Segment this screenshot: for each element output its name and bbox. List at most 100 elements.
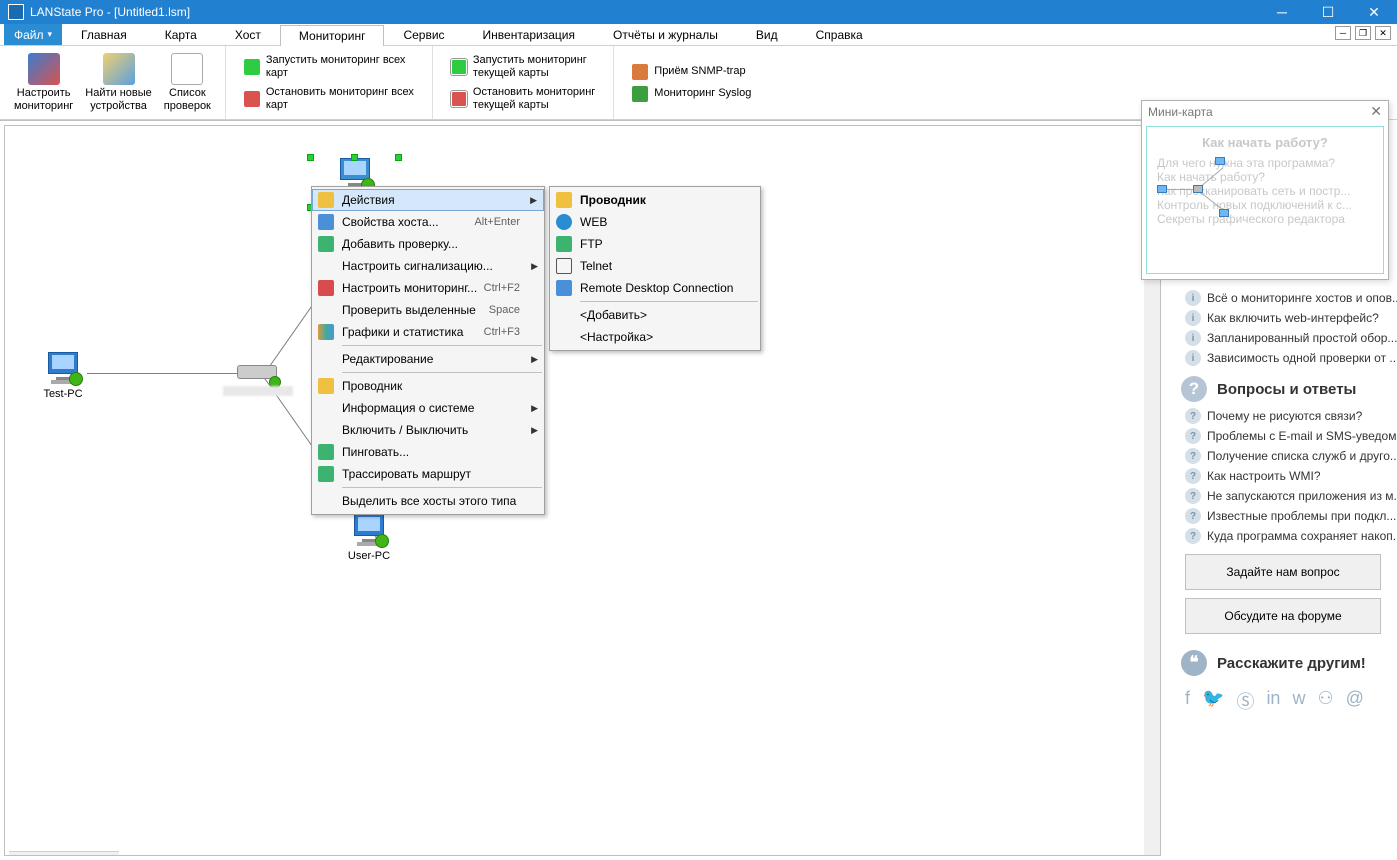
globe-icon — [556, 214, 572, 230]
vk-icon[interactable]: w — [1292, 688, 1305, 714]
siren-icon — [318, 280, 334, 296]
qa-link[interactable]: ?Почему не рисуются связи? — [1169, 406, 1397, 426]
computer-icon — [39, 350, 87, 386]
start-monitoring-current-button[interactable]: Запустить мониторинг текущей карты — [447, 52, 599, 82]
chevron-right-icon: ▶ — [530, 195, 537, 206]
snmp-trap-button[interactable]: Приём SNMP-trap — [628, 62, 755, 82]
tab-help[interactable]: Справка — [797, 24, 882, 45]
route-icon — [318, 466, 334, 482]
ctx-ping[interactable]: Пинговать... — [312, 441, 544, 463]
map-canvas[interactable]: Test-PC User-PC — [4, 125, 1161, 856]
question-icon: ? — [1181, 376, 1207, 402]
help-link[interactable]: iЗависимость одной проверки от ... — [1169, 348, 1397, 368]
ctx-system-info[interactable]: Информация о системе▶ — [312, 397, 544, 419]
qa-link[interactable]: ?Известные проблемы при подкл... — [1169, 506, 1397, 526]
close-button[interactable]: ✕ — [1351, 0, 1397, 24]
tab-reports[interactable]: Отчёты и журналы — [594, 24, 737, 45]
tab-service[interactable]: Сервис — [384, 24, 463, 45]
window-controls: ─ ☐ ✕ — [1259, 0, 1397, 24]
ctx-explorer[interactable]: Проводник — [312, 375, 544, 397]
file-menu[interactable]: Файл▾ — [4, 24, 62, 45]
tab-inventory[interactable]: Инвентаризация — [464, 24, 594, 45]
sub-telnet[interactable]: Telnet — [550, 255, 760, 277]
qa-link[interactable]: ?Не запускаются приложения из м... — [1169, 486, 1397, 506]
ctx-host-properties[interactable]: Свойства хоста...Alt+Enter — [312, 211, 544, 233]
mdi-minimize[interactable]: ─ — [1335, 26, 1351, 40]
help-ghost-overlay: Как начать работу? Для чего нужна эта пр… — [1147, 127, 1383, 234]
sub-rdp[interactable]: Remote Desktop Connection — [550, 277, 760, 299]
ctx-select-all-type[interactable]: Выделить все хосты этого типа — [312, 490, 544, 512]
document-tab[interactable] — [9, 851, 119, 855]
tab-monitoring[interactable]: Мониторинг — [280, 25, 385, 46]
ctx-configure-alarm[interactable]: Настроить сигнализацию...▶ — [312, 255, 544, 277]
properties-icon — [318, 214, 334, 230]
node-test-pc[interactable]: Test-PC — [39, 350, 87, 400]
twitter-icon[interactable]: 🐦 — [1202, 688, 1224, 714]
minimize-button[interactable]: ─ — [1259, 0, 1305, 24]
node-user-pc[interactable]: User-PC — [345, 512, 393, 562]
mini-map-title: Мини-карта — [1148, 105, 1213, 119]
help-link[interactable]: iКак включить web-интерфейс? — [1169, 308, 1397, 328]
facebook-icon[interactable]: f — [1185, 688, 1190, 714]
mini-map-viewport[interactable]: Как начать работу? Для чего нужна эта пр… — [1146, 126, 1384, 274]
qa-link[interactable]: ?Проблемы с E-mail и SMS-уведом... — [1169, 426, 1397, 446]
tab-host[interactable]: Хост — [216, 24, 280, 45]
odnoklassniki-icon[interactable]: ⚇ — [1317, 688, 1333, 714]
ctx-graphs[interactable]: Графики и статистикаCtrl+F3 — [312, 321, 544, 343]
ftp-icon — [556, 236, 572, 252]
syslog-monitoring-button[interactable]: Мониторинг Syslog — [628, 84, 755, 104]
skype-icon[interactable]: Ⓢ — [1236, 688, 1254, 714]
chevron-right-icon: ▶ — [531, 403, 538, 414]
share-section-title: ❝ Расскажите другим! — [1169, 642, 1397, 680]
check-list-button[interactable]: Список проверок — [158, 49, 217, 117]
ctx-edit[interactable]: Редактирование▶ — [312, 348, 544, 370]
configure-monitoring-button[interactable]: Настроить мониторинг — [8, 49, 79, 117]
sub-explorer[interactable]: Проводник — [550, 189, 760, 211]
status-badge — [375, 534, 389, 548]
chat-icon: ❝ — [1181, 650, 1207, 676]
mini-map-close[interactable]: ✕ — [1370, 103, 1382, 120]
qa-link[interactable]: ?Как настроить WMI? — [1169, 466, 1397, 486]
ctx-power[interactable]: Включить / Выключить▶ — [312, 419, 544, 441]
ask-question-button[interactable]: Задайте нам вопрос — [1185, 554, 1381, 590]
ctx-traceroute[interactable]: Трассировать маршрут — [312, 463, 544, 485]
menubar: Файл▾ Главная Карта Хост Мониторинг Серв… — [0, 24, 1397, 46]
play-icon — [451, 59, 467, 75]
cog-icon — [318, 192, 334, 208]
mdi-close[interactable]: ✕ — [1375, 26, 1391, 40]
syslog-icon — [632, 86, 648, 102]
stop-monitoring-current-button[interactable]: Остановить мониторинг текущей карты — [447, 84, 599, 114]
play-icon — [244, 59, 260, 75]
ctx-check-selected[interactable]: Проверить выделенныеSpace — [312, 299, 544, 321]
find-new-devices-button[interactable]: Найти новые устройства — [79, 49, 158, 117]
titlebar: LANState Pro - [Untitled1.lsm] — [0, 0, 1397, 24]
sub-web[interactable]: WEB — [550, 211, 760, 233]
tab-view[interactable]: Вид — [737, 24, 797, 45]
stop-icon — [244, 91, 260, 107]
forum-button[interactable]: Обсудите на форуме — [1185, 598, 1381, 634]
chevron-right-icon: ▶ — [531, 354, 538, 365]
qa-link[interactable]: ?Получение списка служб и друго... — [1169, 446, 1397, 466]
chevron-down-icon: ▾ — [48, 29, 53, 40]
sub-ftp[interactable]: FTP — [550, 233, 760, 255]
start-monitoring-all-button[interactable]: Запустить мониторинг всех карт — [240, 52, 418, 82]
sub-add[interactable]: <Добавить> — [550, 304, 760, 326]
mdi-restore[interactable]: ❐ — [1355, 26, 1371, 40]
sub-config[interactable]: <Настройка> — [550, 326, 760, 348]
linkedin-icon[interactable]: in — [1266, 688, 1280, 714]
app-icon — [8, 4, 24, 20]
maximize-button[interactable]: ☐ — [1305, 0, 1351, 24]
rdp-icon — [556, 280, 572, 296]
tab-map[interactable]: Карта — [146, 24, 216, 45]
help-link[interactable]: iЗапланированный простой обор... — [1169, 328, 1397, 348]
ctx-actions[interactable]: Действия▶ — [312, 189, 544, 211]
ctx-add-check[interactable]: Добавить проверку... — [312, 233, 544, 255]
window-title: LANState Pro - [Untitled1.lsm] — [30, 0, 190, 24]
at-icon[interactable]: @ — [1346, 688, 1364, 714]
ctx-configure-monitoring[interactable]: Настроить мониторинг...Ctrl+F2 — [312, 277, 544, 299]
tab-main[interactable]: Главная — [62, 24, 146, 45]
help-link[interactable]: iВсё о мониторинге хостов и опов... — [1169, 288, 1397, 308]
qa-link[interactable]: ?Куда программа сохраняет накоп... — [1169, 526, 1397, 546]
node-switch[interactable] — [233, 362, 281, 386]
stop-monitoring-all-button[interactable]: Остановить мониторинг всех карт — [240, 84, 418, 114]
